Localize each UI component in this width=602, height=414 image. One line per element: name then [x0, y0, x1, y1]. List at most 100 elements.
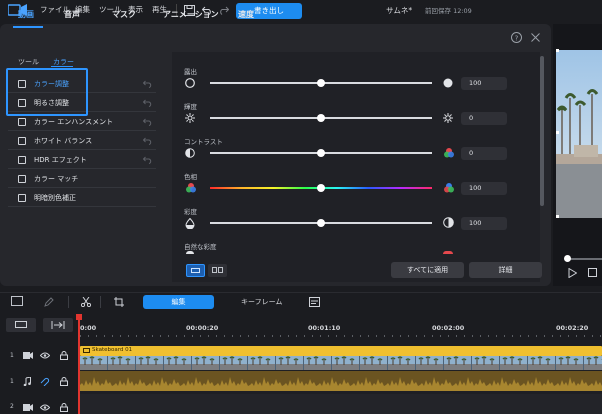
exposure-low-icon [185, 78, 195, 88]
brightness-low-icon [185, 113, 195, 123]
track-number: 1 [10, 352, 14, 359]
reset-icon[interactable] [143, 137, 152, 145]
slider-label-saturation: 彩度 [184, 208, 197, 216]
stop-icon[interactable] [588, 268, 597, 277]
scissors-icon[interactable] [81, 297, 91, 307]
value-hue[interactable]: 100 [461, 182, 507, 195]
close-icon[interactable] [531, 33, 540, 42]
track-number: 1 [10, 378, 14, 385]
option-color-match[interactable]: カラー マッチ [8, 170, 156, 188]
crop-icon[interactable] [114, 297, 124, 307]
reset-icon[interactable] [143, 80, 152, 88]
saturation-low-icon [185, 218, 195, 229]
tab-video[interactable]: 動画 [18, 9, 34, 20]
snap-button[interactable] [43, 318, 73, 332]
timeline-tab-edit[interactable]: 編集 [143, 295, 214, 309]
visibility-icon[interactable] [40, 352, 50, 359]
slider-knob-saturation[interactable] [317, 219, 325, 227]
option-label: カラー エンハンスメント [34, 118, 114, 126]
audio-clip[interactable] [80, 371, 602, 391]
seek-knob[interactable] [564, 255, 571, 262]
option-hdr-effect[interactable]: HDR エフェクト [8, 151, 156, 169]
lock-icon[interactable] [60, 403, 68, 412]
value-contrast[interactable]: 0 [461, 147, 507, 160]
hue-high-icon [443, 182, 455, 194]
tab-speed[interactable]: 速度 [238, 9, 254, 20]
checkbox[interactable] [18, 156, 26, 164]
reset-icon[interactable] [143, 99, 152, 107]
lock-icon[interactable] [60, 351, 68, 360]
track-view-button[interactable] [6, 318, 36, 332]
checkbox[interactable] [18, 194, 26, 202]
vibrance-icon [186, 251, 194, 254]
option-white-balance[interactable]: ホワイト バランス [8, 132, 156, 150]
video-clip-header[interactable] [80, 346, 602, 356]
link-icon[interactable] [40, 377, 50, 386]
ruler-label: 00:02:00 [432, 324, 465, 332]
slider-label-brightness: 輝度 [184, 103, 197, 111]
hue-low-icon [185, 182, 197, 194]
tab-animation[interactable]: アニメーション [163, 9, 219, 20]
help-icon[interactable]: ? [511, 32, 522, 43]
seek-bar[interactable] [566, 258, 602, 260]
value-exposure[interactable]: 100 [461, 77, 507, 90]
option-label: ホワイト バランス [34, 137, 93, 145]
crop-handle[interactable] [556, 131, 559, 134]
subtitle-icon[interactable] [309, 297, 320, 307]
slider-label-exposure: 露出 [184, 68, 197, 76]
value-brightness[interactable]: 0 [461, 112, 507, 125]
slider-knob-contrast[interactable] [317, 149, 325, 157]
project-title: サムネ* [386, 6, 413, 15]
playhead-handle[interactable] [76, 314, 82, 320]
tab-audio[interactable]: 音声 [64, 9, 80, 20]
divider [100, 296, 101, 308]
checkbox[interactable] [18, 137, 26, 145]
checkbox[interactable] [18, 175, 26, 183]
tab-active-indicator [13, 26, 43, 28]
slider-label-contrast: コントラスト [184, 138, 223, 146]
play-icon[interactable] [568, 268, 577, 278]
apply-all-button[interactable]: すべてに適用 [391, 262, 464, 278]
reset-icon[interactable] [143, 156, 152, 164]
redo-icon[interactable] [218, 5, 229, 15]
pen-icon[interactable] [44, 297, 54, 307]
crop-handle[interactable] [556, 215, 559, 218]
exposure-high-icon [443, 78, 453, 88]
option-split-toning[interactable]: 明暗別色補正 [8, 189, 156, 207]
tab-mask[interactable]: マスク [112, 9, 136, 20]
lock-icon[interactable] [60, 377, 68, 386]
vibrance-high-icon [443, 251, 453, 254]
contrast-low-icon [185, 148, 195, 158]
scrollbar[interactable] [540, 56, 544, 206]
video-thumbnail-strip[interactable] [80, 356, 602, 370]
view-compare-button[interactable] [208, 264, 227, 277]
layout-icon[interactable] [11, 296, 23, 306]
detail-button[interactable]: 詳細 [469, 262, 542, 278]
slider-knob-brightness[interactable] [317, 114, 325, 122]
brightness-high-icon [443, 113, 453, 123]
ruler-label: 0:00 [80, 324, 97, 332]
view-single-button[interactable] [186, 264, 205, 277]
ruler-label: 00:01:10 [308, 324, 341, 332]
timeline-tab-keyframe[interactable]: キーフレーム [241, 297, 282, 307]
reset-icon[interactable] [143, 118, 152, 126]
slider-knob-hue[interactable] [317, 184, 325, 192]
track-number: 2 [10, 403, 14, 410]
playhead[interactable] [78, 316, 80, 414]
option-label: カラー マッチ [34, 175, 79, 183]
subtab-tool[interactable]: ツール [18, 57, 39, 67]
preview-image [556, 50, 602, 218]
saturation-high-icon [443, 217, 454, 228]
selection-highlight [6, 68, 88, 116]
subtab-active-indicator [51, 66, 73, 67]
crop-handle[interactable] [556, 49, 559, 52]
empty-track[interactable] [80, 394, 602, 414]
slider-knob-exposure[interactable] [317, 79, 325, 87]
visibility-icon[interactable] [40, 404, 50, 411]
save-status: 前回保存 12:09 [425, 7, 472, 15]
clip-video-icon [83, 348, 90, 353]
slider-label-hue: 色相 [184, 173, 197, 181]
contrast-high-icon [443, 147, 455, 159]
value-saturation[interactable]: 100 [461, 217, 507, 230]
checkbox[interactable] [18, 118, 26, 126]
